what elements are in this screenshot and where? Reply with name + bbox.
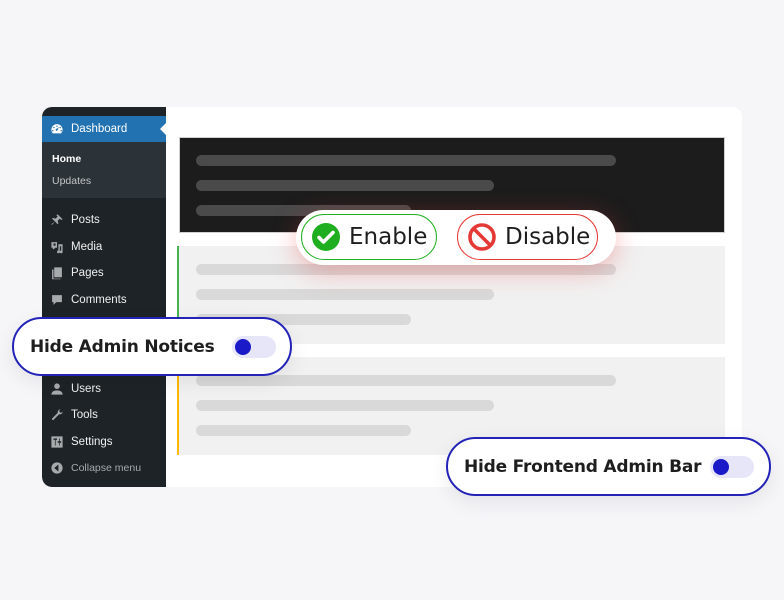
sidebar-item-posts[interactable]: Posts	[42, 210, 166, 230]
disable-label: Disable	[505, 224, 591, 250]
hide-frontend-admin-bar-label: Hide Frontend Admin Bar	[464, 456, 702, 477]
submenu-item-updates[interactable]: Updates	[52, 175, 91, 187]
text-placeholder-line	[196, 264, 616, 275]
sidebar-item-users[interactable]: Users	[42, 379, 166, 399]
settings-icon	[50, 435, 64, 449]
comment-icon	[50, 293, 64, 307]
sidebar-item-label: Pages	[71, 267, 104, 279]
dashboard-submenu: Home Updates	[42, 142, 166, 198]
text-placeholder-line	[196, 180, 494, 191]
sidebar-item-label: Users	[71, 383, 102, 395]
sidebar-item-media[interactable]: Media	[42, 237, 166, 257]
enable-button[interactable]: Enable	[301, 214, 437, 260]
hide-frontend-admin-bar-setting: Hide Frontend Admin Bar	[446, 437, 771, 496]
sidebar-item-settings[interactable]: Settings	[42, 432, 166, 452]
wp-admin-card: Dashboard Home Updates Posts Media Pages…	[42, 107, 742, 487]
sidebar-item-dashboard[interactable]: Dashboard	[42, 116, 166, 142]
dashboard-icon	[50, 122, 64, 136]
text-placeholder-line	[196, 289, 494, 300]
collapse-icon	[50, 461, 64, 475]
hide-admin-notices-setting: Hide Admin Notices	[12, 317, 292, 376]
sidebar-item-label: Settings	[71, 436, 113, 448]
submenu-item-home[interactable]: Home	[52, 153, 81, 165]
media-icon	[50, 240, 64, 254]
toggle-knob	[713, 459, 729, 475]
sidebar-item-label: Comments	[71, 294, 127, 306]
sidebar-item-pages[interactable]: Pages	[42, 263, 166, 283]
sidebar-item-tools[interactable]: Tools	[42, 405, 166, 425]
user-icon	[50, 382, 64, 396]
text-placeholder-line	[196, 425, 411, 436]
pages-icon	[50, 266, 64, 280]
toggle-knob	[235, 339, 251, 355]
prohibited-icon	[468, 223, 496, 251]
enable-label: Enable	[349, 224, 428, 250]
sidebar-item-label: Posts	[71, 214, 100, 226]
check-circle-icon	[312, 223, 340, 251]
text-placeholder-line	[196, 400, 494, 411]
text-placeholder-line	[196, 155, 616, 166]
hide-admin-notices-label: Hide Admin Notices	[30, 336, 215, 357]
hide-admin-notices-toggle[interactable]	[232, 336, 276, 358]
sidebar-item-label: Media	[71, 241, 103, 253]
collapse-menu-label: Collapse menu	[71, 462, 142, 474]
current-menu-arrow	[160, 123, 166, 135]
admin-sidebar: Dashboard Home Updates Posts Media Pages…	[42, 107, 166, 487]
hide-frontend-admin-bar-toggle[interactable]	[710, 456, 754, 478]
collapse-menu-button[interactable]: Collapse menu	[42, 458, 166, 478]
sidebar-item-comments[interactable]: Comments	[42, 290, 166, 310]
wrench-icon	[50, 408, 64, 422]
pin-icon	[50, 213, 64, 227]
sidebar-item-label: Tools	[71, 409, 98, 421]
text-placeholder-line	[196, 375, 616, 386]
sidebar-item-label: Dashboard	[71, 123, 128, 135]
disable-button[interactable]: Disable	[457, 214, 598, 260]
enable-disable-group: Enable Disable	[296, 210, 616, 265]
